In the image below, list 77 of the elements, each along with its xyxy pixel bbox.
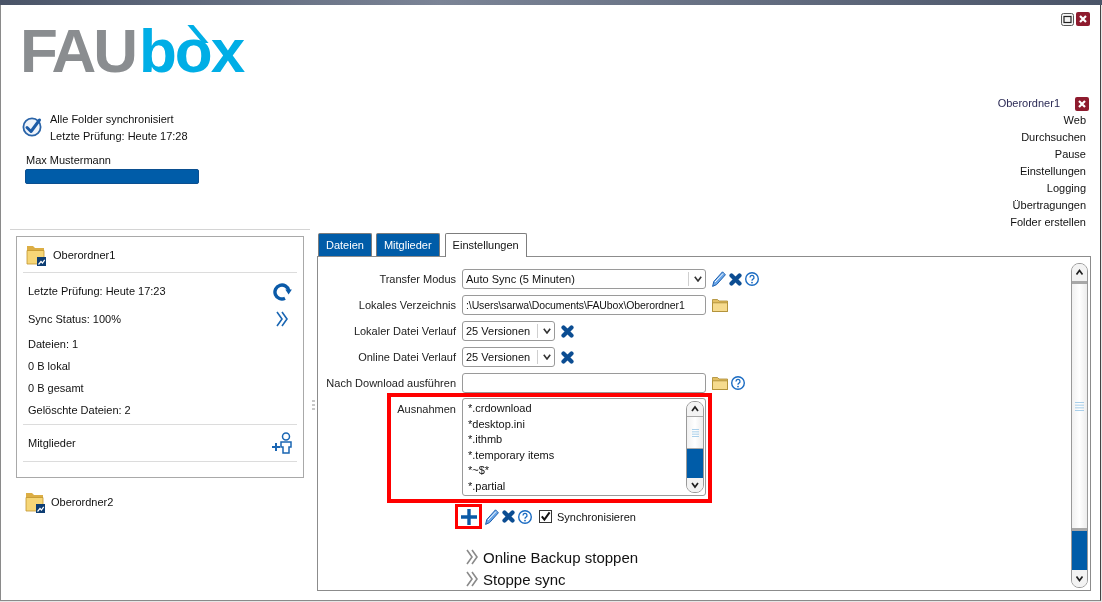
folder-link[interactable]: Oberordner1 [997,95,1060,112]
command-link[interactable]: Online Backup stoppen [483,548,639,566]
field-label: Transfer Modus [378,273,456,285]
grip-icon[interactable] [1075,401,1084,411]
tab[interactable]: Einstellungen [444,233,527,257]
list-item[interactable]: *.temporary items [468,447,686,463]
caret-icon [543,354,551,360]
field-label: Lokaler Datei Verlauf [352,325,456,337]
grip-icon[interactable] [691,428,699,437]
cross-icon[interactable] [561,324,574,338]
list-item[interactable]: *.crdownload [468,401,686,417]
scrollbar-thumb[interactable] [1072,281,1087,531]
menu-link[interactable]: Übertragungen [1012,197,1086,214]
scrollbar-thumb[interactable] [687,416,703,449]
last-check-text: Letzte Prüfung: Heute 17:28 [50,129,188,144]
folder-detail: Gelöschte Dateien: 2 [28,404,131,416]
tab[interactable]: Dateien [318,233,372,256]
menu-link[interactable]: Web [1063,112,1086,129]
scrollbar[interactable] [1071,263,1088,588]
cross-icon[interactable] [561,350,574,364]
cross-icon[interactable] [729,272,742,286]
dropdown[interactable]: 25 Versionen [462,321,555,341]
check-circle-icon [22,117,42,137]
tab[interactable]: Mitglieder [375,233,440,256]
field-label: Nach Download ausführen [325,377,456,389]
scrollbar[interactable] [686,401,704,493]
field-label: Online Datei Verlauf [357,351,456,363]
text-field[interactable]: :\Users\sarwa\Documents\FAUbox\Oberordner1 [462,295,706,315]
list-item[interactable]: *.partial [468,478,686,494]
double-chevron-icon[interactable] [276,311,288,327]
folder-icon[interactable] [26,243,46,266]
folder-name[interactable]: Oberordner2 [51,495,114,508]
close-icon[interactable] [1075,96,1089,111]
user-name: Max Mustermann [26,153,112,167]
add-user-icon[interactable] [271,432,293,454]
splitter-grip-icon[interactable] [312,400,315,410]
pencil-icon[interactable] [712,271,726,287]
help-icon[interactable] [518,509,532,524]
folder-detail: Dateien: 1 [28,338,79,350]
list-item[interactable]: *desktop.ini [468,416,686,432]
caret-icon [543,328,551,334]
double-chevron-icon[interactable] [466,571,478,587]
list-item[interactable]: *.ithmb [468,432,686,448]
folder-detail: Sync Status: 100% [28,313,121,325]
members-label: Mitglieder [28,437,76,449]
list-box[interactable]: *.crdownload *desktop.ini *.ithmb *.temporary items *~$* *.partial [462,398,706,496]
help-icon[interactable] [745,272,759,286]
command-link[interactable]: Stoppe sync [483,570,566,588]
menu-link[interactable]: Pause [1054,146,1086,163]
dropdown[interactable]: Auto Sync (5 Minuten) [462,269,706,289]
folder-icon[interactable] [25,490,45,513]
dropdown[interactable]: 25 Versionen [462,347,555,367]
field-label: Ausnahmen [396,402,456,417]
app-logo: FAUbox [20,21,244,81]
refresh-icon[interactable] [272,281,292,301]
field-label: Lokales Verzeichnis [357,299,456,311]
menu-link[interactable]: Logging [1046,180,1086,197]
folder-detail: 0 B lokal [28,360,71,372]
checkbox-label[interactable]: Synchronisieren [557,510,636,523]
checkbox[interactable] [539,510,552,523]
text-field[interactable] [462,373,706,393]
folder-detail: 0 B gesamt [28,382,84,394]
folder-name[interactable]: Oberordner1 [53,248,116,261]
caret-icon [694,276,702,282]
pencil-icon[interactable] [485,508,499,525]
folder-detail: Letzte Prüfung: Heute 17:23 [28,285,166,297]
sync-status-text: Alle Folder synchronisiert [50,112,175,127]
maximize-icon[interactable] [1061,12,1074,26]
close-icon[interactable] [1076,12,1090,26]
menu-link[interactable]: Folder erstellen [1010,214,1086,231]
help-icon[interactable] [731,376,745,390]
double-chevron-icon[interactable] [466,549,478,565]
list-item[interactable]: *~$* [468,463,686,479]
menu-link[interactable]: Durchsuchen [1021,129,1086,146]
plus-icon[interactable] [460,508,477,525]
menu-link[interactable]: Einstellungen [1019,163,1086,180]
cross-icon[interactable] [502,510,515,523]
